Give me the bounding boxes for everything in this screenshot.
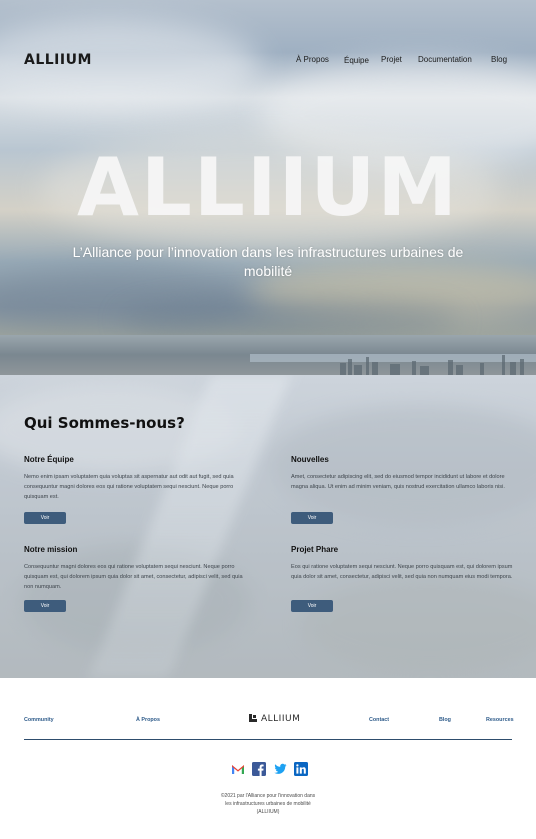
footer-link-a-propos[interactable]: À Propos [136, 717, 160, 723]
card-text-projet-phare: Eos qui ratione voluptatem sequi nesciun… [291, 564, 513, 580]
voir-button-projet-phare[interactable]: Voir [291, 600, 333, 612]
card-title-equipe: Notre Équipe [24, 455, 74, 464]
site-logo[interactable]: ALLIIUM [24, 52, 92, 68]
nav-item-equipe[interactable]: Équipe [344, 56, 369, 65]
footer-link-blog[interactable]: Blog [439, 717, 451, 723]
footer-logo[interactable]: ALLIIUM [249, 714, 300, 724]
twitter-icon[interactable] [273, 762, 287, 776]
card-title-nouvelles: Nouvelles [291, 455, 329, 464]
footer-link-community[interactable]: Community [24, 717, 54, 723]
footer-logo-text: ALLIIUM [261, 714, 301, 724]
card-text-equipe: Nemo enim ipsam voluptatem quia voluptas… [24, 474, 234, 500]
hero-subtitle: L’Alliance pour l’innovation dans les in… [72, 244, 464, 279]
voir-button-nouvelles[interactable]: Voir [291, 512, 333, 524]
nav-item-blog[interactable]: Blog [491, 55, 507, 64]
logo-mark-icon [249, 714, 257, 722]
hero-title: ALLIIUM [77, 141, 459, 234]
gmail-icon[interactable] [231, 762, 245, 776]
footer-divider [24, 739, 512, 740]
card-title-projet-phare: Projet Phare [291, 545, 339, 554]
nav-item-documentation[interactable]: Documentation [418, 55, 472, 64]
footer-link-resources[interactable]: Resources [486, 717, 514, 723]
nav-item-projet[interactable]: Projet [381, 55, 402, 64]
about-title: Qui Sommes-nous? [24, 414, 185, 432]
card-text-mission: Consequuntur magni dolores eos qui ratio… [24, 564, 243, 590]
city-skyline [340, 355, 524, 375]
hero-cloud [120, 300, 460, 340]
voir-button-equipe[interactable]: Voir [24, 512, 66, 524]
card-text-nouvelles: Amet, consectetur adipiscing elit, sed d… [291, 474, 505, 490]
copyright-text: ©2021 par l'Alliance pour l'innovation d… [220, 793, 316, 815]
voir-button-mission[interactable]: Voir [24, 600, 66, 612]
footer-link-contact[interactable]: Contact [369, 717, 389, 723]
card-title-mission: Notre mission [24, 545, 78, 554]
nav-item-a-propos[interactable]: À Propos [296, 55, 329, 64]
facebook-icon[interactable] [252, 762, 266, 776]
linkedin-icon[interactable] [294, 762, 308, 776]
